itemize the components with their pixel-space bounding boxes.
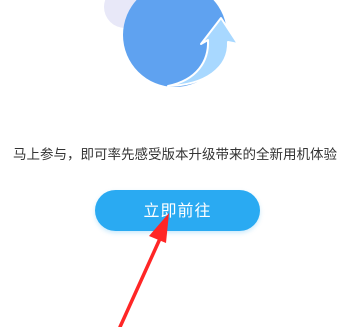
upgrade-message: 马上参与，即可率先感受版本升级带来的全新用机体验 [13, 147, 337, 163]
upgrade-prompt-screen: 马上参与，即可率先感受版本升级带来的全新用机体验 立即前往 [0, 0, 350, 327]
upgrade-illustration-icon [104, 0, 239, 87]
go-now-button[interactable]: 立即前往 [95, 190, 260, 231]
